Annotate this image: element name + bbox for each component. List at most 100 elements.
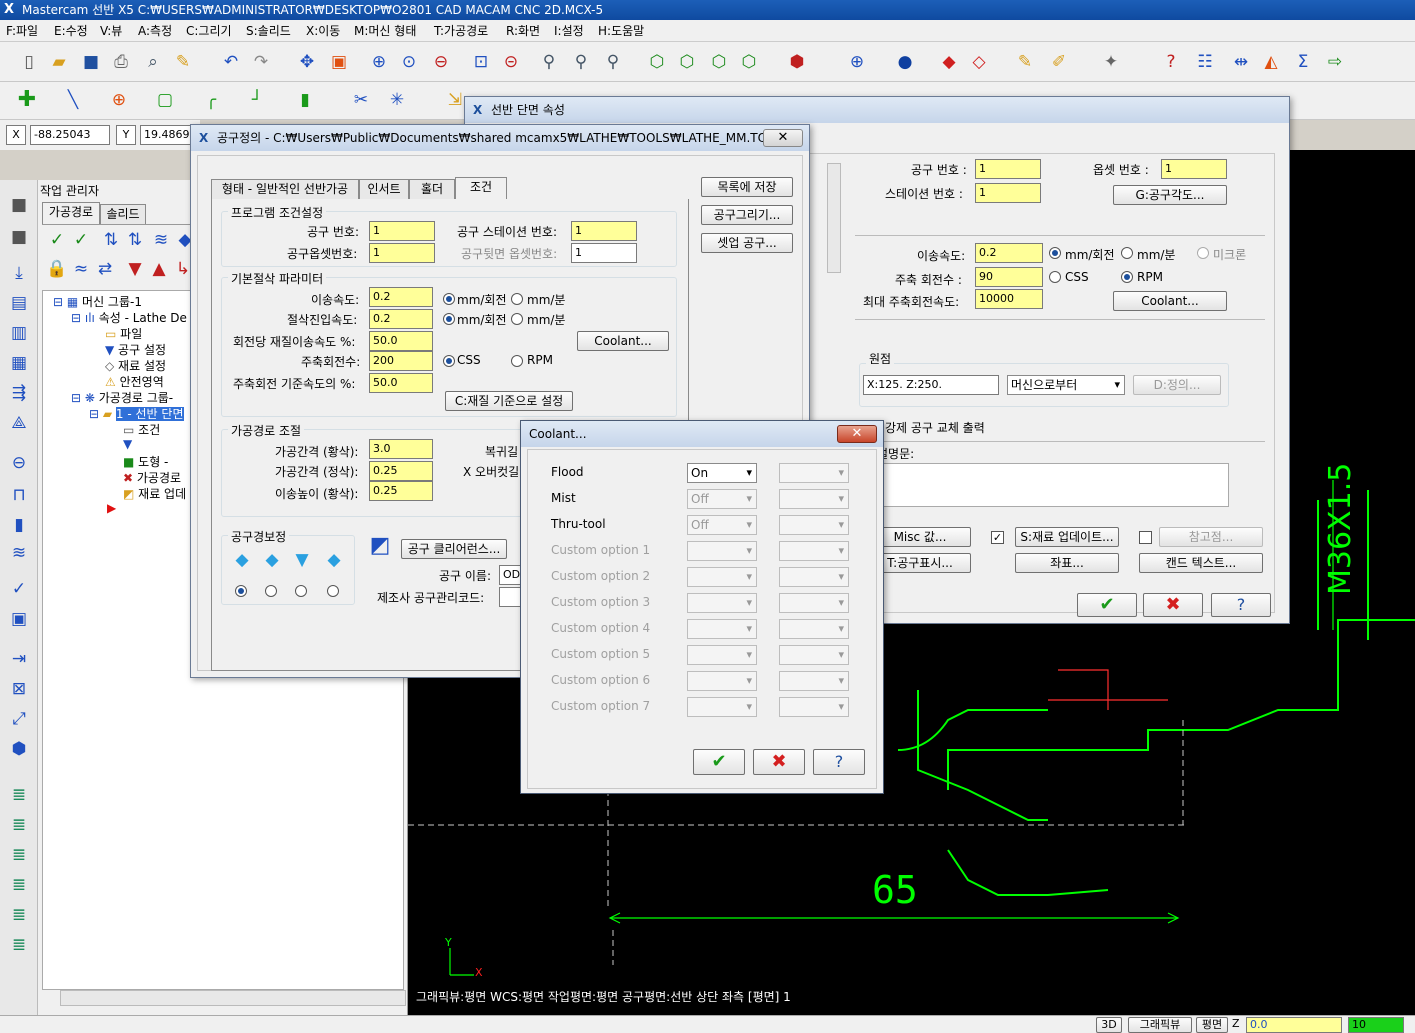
fit-icon[interactable]: ▣ bbox=[328, 51, 350, 73]
tree-files[interactable]: ▭ 파일 bbox=[105, 325, 142, 342]
mill-icon-1[interactable]: ≣ bbox=[8, 784, 30, 806]
tree-face-operation[interactable]: ⊟ ▰ 1 - 선반 단면 bbox=[89, 405, 184, 422]
move-down-icon[interactable]: ▼ bbox=[124, 258, 146, 280]
tool-station-input[interactable]: 1 bbox=[571, 221, 637, 241]
plunge-rev-radio[interactable] bbox=[443, 313, 455, 325]
coolant-option-select[interactable]: Off bbox=[687, 489, 757, 509]
spindle-input[interactable]: 200 bbox=[369, 351, 433, 371]
help-pointer-icon[interactable]: ✎ bbox=[172, 51, 194, 73]
rough-icon[interactable]: ▤ bbox=[8, 292, 30, 314]
face-offset-no-input[interactable]: 1 bbox=[1161, 159, 1227, 179]
save-icon[interactable]: ■ bbox=[80, 51, 102, 73]
sphere-icon[interactable]: ● bbox=[894, 51, 916, 73]
stock-model-icon[interactable]: ⬢ bbox=[8, 738, 30, 760]
tool-clearance-button[interactable]: 공구 클리어런스... bbox=[401, 539, 507, 559]
zoom-prev-icon[interactable]: ⊡ bbox=[470, 51, 492, 73]
tool-angle-button[interactable]: G:공구각도... bbox=[1113, 185, 1227, 205]
face-rpm-radio[interactable] bbox=[1121, 271, 1133, 283]
coolant-option-mode-select[interactable] bbox=[779, 489, 849, 509]
coolant-option-select[interactable]: On bbox=[687, 463, 757, 483]
tree-toolpath-group[interactable]: ⊟ ❋ 가공경로 그룹- bbox=[71, 389, 173, 406]
rough-step-input[interactable]: 3.0 bbox=[369, 439, 433, 459]
mill-icon-2[interactable]: ≣ bbox=[8, 814, 30, 836]
post-small-icon[interactable]: ⇄ bbox=[94, 258, 116, 280]
trim-icon[interactable]: ✂ bbox=[350, 89, 372, 111]
transform-icon[interactable]: ⤢ bbox=[8, 708, 30, 730]
canned-text-button[interactable]: 캔드 텍스트... bbox=[1139, 553, 1263, 573]
coolant-cancel-button[interactable]: ✖ bbox=[753, 749, 805, 775]
tab-solids[interactable]: 솔리드 bbox=[100, 204, 146, 224]
face-coolant-button[interactable]: Coolant... bbox=[1113, 291, 1227, 311]
tool-coolant-button[interactable]: Coolant... bbox=[577, 331, 669, 351]
fillet-icon[interactable]: ╭ bbox=[200, 89, 222, 111]
face-cancel-button[interactable]: ✖ bbox=[1143, 593, 1203, 617]
export-icon[interactable]: ⇨ bbox=[1324, 51, 1346, 73]
tree-parameters[interactable]: ▭ 조건 bbox=[123, 421, 160, 438]
tree-stock-setup[interactable]: ◇ 재료 설정 bbox=[105, 357, 166, 374]
wand-icon[interactable]: ✦ bbox=[1100, 51, 1122, 73]
face-station-input[interactable]: 1 bbox=[975, 183, 1041, 203]
rect-icon[interactable]: ▢ bbox=[154, 89, 176, 111]
print-preview-icon[interactable]: ⌕ bbox=[142, 51, 164, 73]
menu-item-7[interactable]: M:머신 형태 bbox=[354, 20, 416, 42]
pen-icon[interactable]: ✎ bbox=[1014, 51, 1036, 73]
feed-rev-radio[interactable] bbox=[443, 293, 455, 305]
coolant-close-button[interactable]: ✕ bbox=[837, 425, 877, 443]
face-feed-unit-min-radio[interactable] bbox=[1121, 247, 1133, 259]
face-spindle-input[interactable]: 90 bbox=[975, 267, 1043, 287]
face-css-radio[interactable] bbox=[1049, 271, 1061, 283]
comp-radio-3[interactable] bbox=[295, 585, 307, 597]
tree-tool-icon-node[interactable]: ▼ bbox=[123, 437, 132, 451]
split-icon[interactable]: ⇹ bbox=[1230, 51, 1252, 73]
mill-icon-4[interactable]: ≣ bbox=[8, 874, 30, 896]
stock-icon[interactable]: ⊠ bbox=[8, 678, 30, 700]
tab-toolpaths[interactable]: 가공경로 bbox=[42, 202, 100, 224]
z-depth-input[interactable]: 0.0 bbox=[1246, 1017, 1342, 1033]
solid-box-icon[interactable]: ■ bbox=[8, 194, 30, 216]
face-feed-unit-micron-radio[interactable] bbox=[1197, 247, 1209, 259]
set-by-material-button[interactable]: C:재질 기준으로 설정 bbox=[445, 391, 573, 411]
face-max-spindle-input[interactable]: 10000 bbox=[975, 289, 1043, 309]
undo-icon[interactable]: ↶ bbox=[220, 51, 242, 73]
comp-radio-4[interactable] bbox=[327, 585, 339, 597]
front-cube-icon[interactable]: ⬡ bbox=[708, 51, 730, 73]
tree-machine-group[interactable]: ⊟ ▦ 머신 그룹-1 bbox=[53, 293, 142, 310]
feed-input[interactable]: 0.2 bbox=[369, 287, 433, 307]
top-cube-icon[interactable]: ⬡ bbox=[676, 51, 698, 73]
sum-icon[interactable]: Σ bbox=[1292, 51, 1314, 73]
line-icon[interactable]: ╲ bbox=[62, 89, 84, 111]
coolant-option-select[interactable] bbox=[687, 619, 757, 639]
misc-values-button[interactable]: Misc 값... bbox=[869, 527, 971, 547]
stock-update-button[interactable]: S:재료 업데이트... bbox=[1015, 527, 1119, 547]
post-icon[interactable]: ⇥ bbox=[8, 648, 30, 670]
face-ok-button[interactable]: ✔ bbox=[1077, 593, 1137, 617]
view-3d-button[interactable]: 3D bbox=[1096, 1017, 1122, 1033]
coolant-option-mode-select[interactable] bbox=[779, 541, 849, 561]
shade-icon[interactable]: ◆ bbox=[938, 51, 960, 73]
face-help-button[interactable]: ? bbox=[1211, 593, 1271, 617]
spindle-pct-input[interactable]: 50.0 bbox=[369, 373, 433, 393]
plunge-input[interactable]: 0.2 bbox=[369, 309, 433, 329]
tree-safety-zone[interactable]: ⚠ 안전영역 bbox=[105, 373, 164, 390]
face-scrollbar[interactable] bbox=[827, 163, 841, 273]
move-up-icon[interactable]: ▲ bbox=[148, 258, 170, 280]
open-folder-icon[interactable]: ▰ bbox=[48, 51, 70, 73]
stock-update-checkbox[interactable]: ✓ bbox=[991, 531, 1004, 544]
define-home-button[interactable]: D:정의... bbox=[1133, 375, 1221, 395]
lock-icon[interactable]: 🔒 bbox=[46, 258, 68, 280]
tool-offset-input[interactable]: 1 bbox=[369, 243, 435, 263]
feed-min-radio[interactable] bbox=[511, 293, 523, 305]
coolant-ok-button[interactable]: ✔ bbox=[693, 749, 745, 775]
setup-tool-button[interactable]: 셋업 공구... bbox=[701, 233, 793, 253]
coolant-option-select[interactable] bbox=[687, 541, 757, 561]
thread-icon[interactable]: ⟁ bbox=[8, 412, 30, 434]
menu-item-1[interactable]: E:수정 bbox=[54, 20, 88, 42]
level-input[interactable]: 10 bbox=[1348, 1017, 1404, 1033]
coolant-option-mode-select[interactable] bbox=[779, 645, 849, 665]
mill-icon-5[interactable]: ≣ bbox=[8, 904, 30, 926]
new-file-icon[interactable]: ▯ bbox=[18, 51, 40, 73]
dimension-thread[interactable]: M36X1.5 bbox=[1323, 463, 1373, 595]
surface-icon[interactable]: ◭ bbox=[1260, 51, 1282, 73]
coordinates-button[interactable]: 좌표... bbox=[1015, 553, 1119, 573]
help-icon[interactable]: ? bbox=[1160, 51, 1182, 73]
